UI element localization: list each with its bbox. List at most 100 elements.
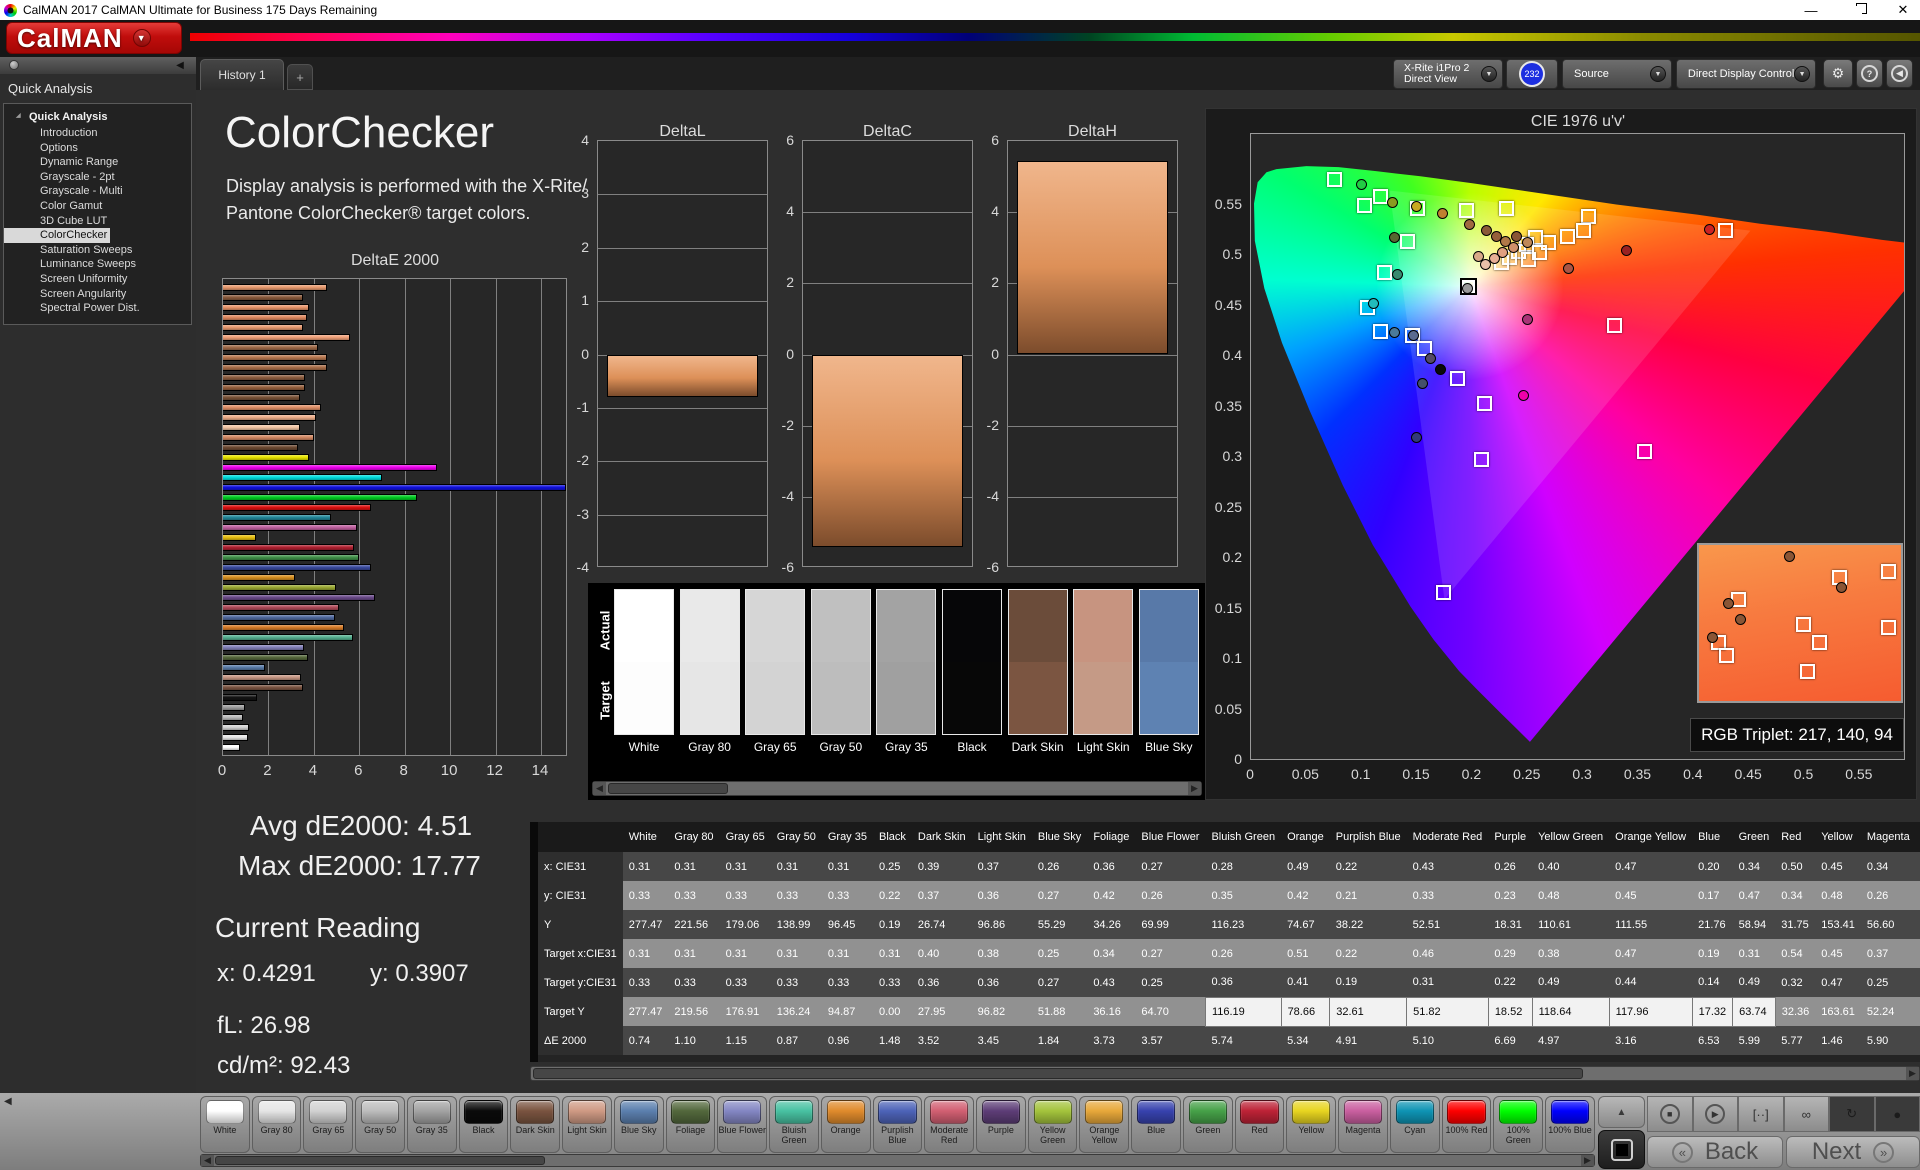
table-cell[interactable]: 0.27 <box>1916 968 1920 997</box>
table-cell[interactable]: 96.82 <box>972 997 1032 1026</box>
table-cell[interactable]: 0.21 <box>1330 881 1407 910</box>
table-cell[interactable]: 0.48 <box>1532 881 1609 910</box>
table-cell[interactable]: 0.22 <box>1330 852 1407 881</box>
table-cell[interactable]: 0.32 <box>1775 968 1815 997</box>
table-cell[interactable]: 5.90 <box>1861 1026 1916 1055</box>
table-cell[interactable]: 4.76 <box>1916 1026 1920 1055</box>
patch-button-gray-80[interactable]: Gray 80 <box>252 1096 302 1153</box>
table-cell[interactable]: 0.23 <box>1916 852 1920 881</box>
table-cell[interactable]: 0.34 <box>1087 939 1135 968</box>
table-cell[interactable]: 0.41 <box>1281 968 1330 997</box>
sidebar-item-screen-uniformity[interactable]: Screen Uniformity <box>4 272 191 287</box>
scroll-left-icon[interactable]: ◀ <box>201 1155 214 1166</box>
patch-button-gray-35[interactable]: Gray 35 <box>407 1096 457 1153</box>
table-cell[interactable]: 0.33 <box>668 881 719 910</box>
calman-menu-button[interactable]: CalMAN ▼ <box>6 22 182 54</box>
table-cell[interactable]: 0.28 <box>1205 852 1281 881</box>
table-cell[interactable]: 3.73 <box>1087 1026 1135 1055</box>
table-cell[interactable]: 0.45 <box>1815 939 1861 968</box>
patch-button-yellow-green[interactable]: Yellow Green <box>1028 1096 1078 1153</box>
table-cell[interactable]: 3.45 <box>972 1026 1032 1055</box>
table-cell[interactable]: 51.88 <box>1032 997 1087 1026</box>
record-button[interactable]: ● <box>1875 1096 1920 1132</box>
table-cell[interactable]: 0.47 <box>1733 881 1776 910</box>
table-cell[interactable]: 0.36 <box>1205 968 1281 997</box>
patch-button-moderate-red[interactable]: Moderate Red <box>924 1096 974 1153</box>
table-cell[interactable]: 0.38 <box>972 939 1032 968</box>
table-cell[interactable]: 136.24 <box>771 997 822 1026</box>
table-cell[interactable]: 0.31 <box>623 939 669 968</box>
table-cell[interactable]: 0.33 <box>822 881 873 910</box>
sidebar-collapse-icon[interactable]: ◀ <box>172 59 188 72</box>
table-cell[interactable]: 1.48 <box>873 1026 912 1055</box>
table-cell[interactable]: 4.97 <box>1532 1026 1609 1055</box>
table-cell[interactable]: 0.33 <box>623 968 669 997</box>
table-cell[interactable]: 52.24 <box>1861 997 1916 1026</box>
sidebar-item-screen-angularity[interactable]: Screen Angularity <box>4 287 191 302</box>
scrollbar-thumb[interactable] <box>608 783 728 794</box>
table-cell[interactable]: 221.56 <box>668 910 719 939</box>
table-cell[interactable]: 0.36 <box>972 881 1032 910</box>
table-cell[interactable]: 0.44 <box>1609 968 1692 997</box>
table-cell[interactable]: 64.70 <box>1135 997 1205 1026</box>
patch-button-gray-50[interactable]: Gray 50 <box>355 1096 405 1153</box>
table-cell[interactable]: 0.45 <box>1815 852 1861 881</box>
sidebar-item-spectral-power-dist-[interactable]: Spectral Power Dist. <box>4 301 191 316</box>
patch-button-bluish-green[interactable]: Bluish Green <box>769 1096 819 1153</box>
table-cell[interactable]: 0.37 <box>912 881 972 910</box>
table-scrollbar[interactable]: ▶ <box>530 1066 1920 1081</box>
patch-button-blue[interactable]: Blue <box>1131 1096 1181 1153</box>
table-cell[interactable]: 27.95 <box>912 997 972 1026</box>
table-cell[interactable]: 0.31 <box>822 939 873 968</box>
tab-history-1[interactable]: History 1 <box>200 59 284 90</box>
table-cell[interactable]: 0.29 <box>1488 939 1532 968</box>
sidebar-item-saturation-sweeps[interactable]: Saturation Sweeps <box>4 243 191 258</box>
table-cell[interactable]: 0.34 <box>1775 881 1815 910</box>
patch-button-light-skin[interactable]: Light Skin <box>562 1096 612 1153</box>
table-cell[interactable]: 0.31 <box>771 852 822 881</box>
sidebar-item-grayscale-multi[interactable]: Grayscale - Multi <box>4 184 191 199</box>
table-cell[interactable]: 78.66 <box>1281 997 1330 1026</box>
table-cell[interactable]: 277.47 <box>623 997 669 1026</box>
patch-button-orange[interactable]: Orange <box>821 1096 871 1153</box>
table-cell[interactable]: 0.36 <box>1087 852 1135 881</box>
table-cell[interactable]: 0.33 <box>623 881 669 910</box>
scrollbar-thumb[interactable] <box>533 1068 1583 1079</box>
table-cell[interactable]: 34.26 <box>1087 910 1135 939</box>
table-cell[interactable]: 3.52 <box>912 1026 972 1055</box>
patch-button-blue-sky[interactable]: Blue Sky <box>614 1096 664 1153</box>
table-cell[interactable]: 0.31 <box>771 939 822 968</box>
patch-button-gray-65[interactable]: Gray 65 <box>303 1096 353 1153</box>
table-cell[interactable]: 0.21 <box>1916 939 1920 968</box>
sidebar-item-color-gamut[interactable]: Color Gamut <box>4 199 191 214</box>
loop-button[interactable]: ∞ <box>1784 1096 1830 1132</box>
table-cell[interactable]: 6.69 <box>1488 1026 1532 1055</box>
table-cell[interactable]: 0.27 <box>1916 881 1920 910</box>
table-cell[interactable]: 0.33 <box>873 968 912 997</box>
table-cell[interactable]: 0.17 <box>1692 881 1733 910</box>
patch-button-100-green[interactable]: 100% Green <box>1493 1096 1543 1153</box>
patch-button-dark-skin[interactable]: Dark Skin <box>510 1096 560 1153</box>
table-cell[interactable]: 18.52 <box>1488 997 1532 1026</box>
table-cell[interactable]: 0.34 <box>1861 852 1916 881</box>
table-cell[interactable]: 17.32 <box>1692 997 1733 1026</box>
table-cell[interactable]: 111.55 <box>1609 910 1692 939</box>
table-cell[interactable]: 0.14 <box>1692 968 1733 997</box>
table-cell[interactable]: 0.33 <box>668 968 719 997</box>
table-cell[interactable]: 0.37 <box>1861 939 1916 968</box>
add-tab-button[interactable]: + <box>287 64 313 90</box>
table-cell[interactable]: 0.26 <box>1861 881 1916 910</box>
table-cell[interactable]: 0.33 <box>720 881 771 910</box>
table-cell[interactable]: 96.45 <box>822 910 873 939</box>
table-cell[interactable]: 0.31 <box>1407 968 1489 997</box>
patch-button-100-red[interactable]: 100% Red <box>1442 1096 1492 1153</box>
table-cell[interactable]: 1.84 <box>1032 1026 1087 1055</box>
table-cell[interactable]: 0.45 <box>1609 881 1692 910</box>
sidebar-item-luminance-sweeps[interactable]: Luminance Sweeps <box>4 257 191 272</box>
step-button[interactable]: [··] <box>1738 1096 1784 1132</box>
table-cell[interactable]: 116.19 <box>1205 997 1281 1026</box>
table-cell[interactable]: 110.61 <box>1532 910 1609 939</box>
table-cell[interactable]: 0.42 <box>1087 881 1135 910</box>
table-cell[interactable]: 0.31 <box>720 852 771 881</box>
table-cell[interactable]: 18.31 <box>1488 910 1532 939</box>
